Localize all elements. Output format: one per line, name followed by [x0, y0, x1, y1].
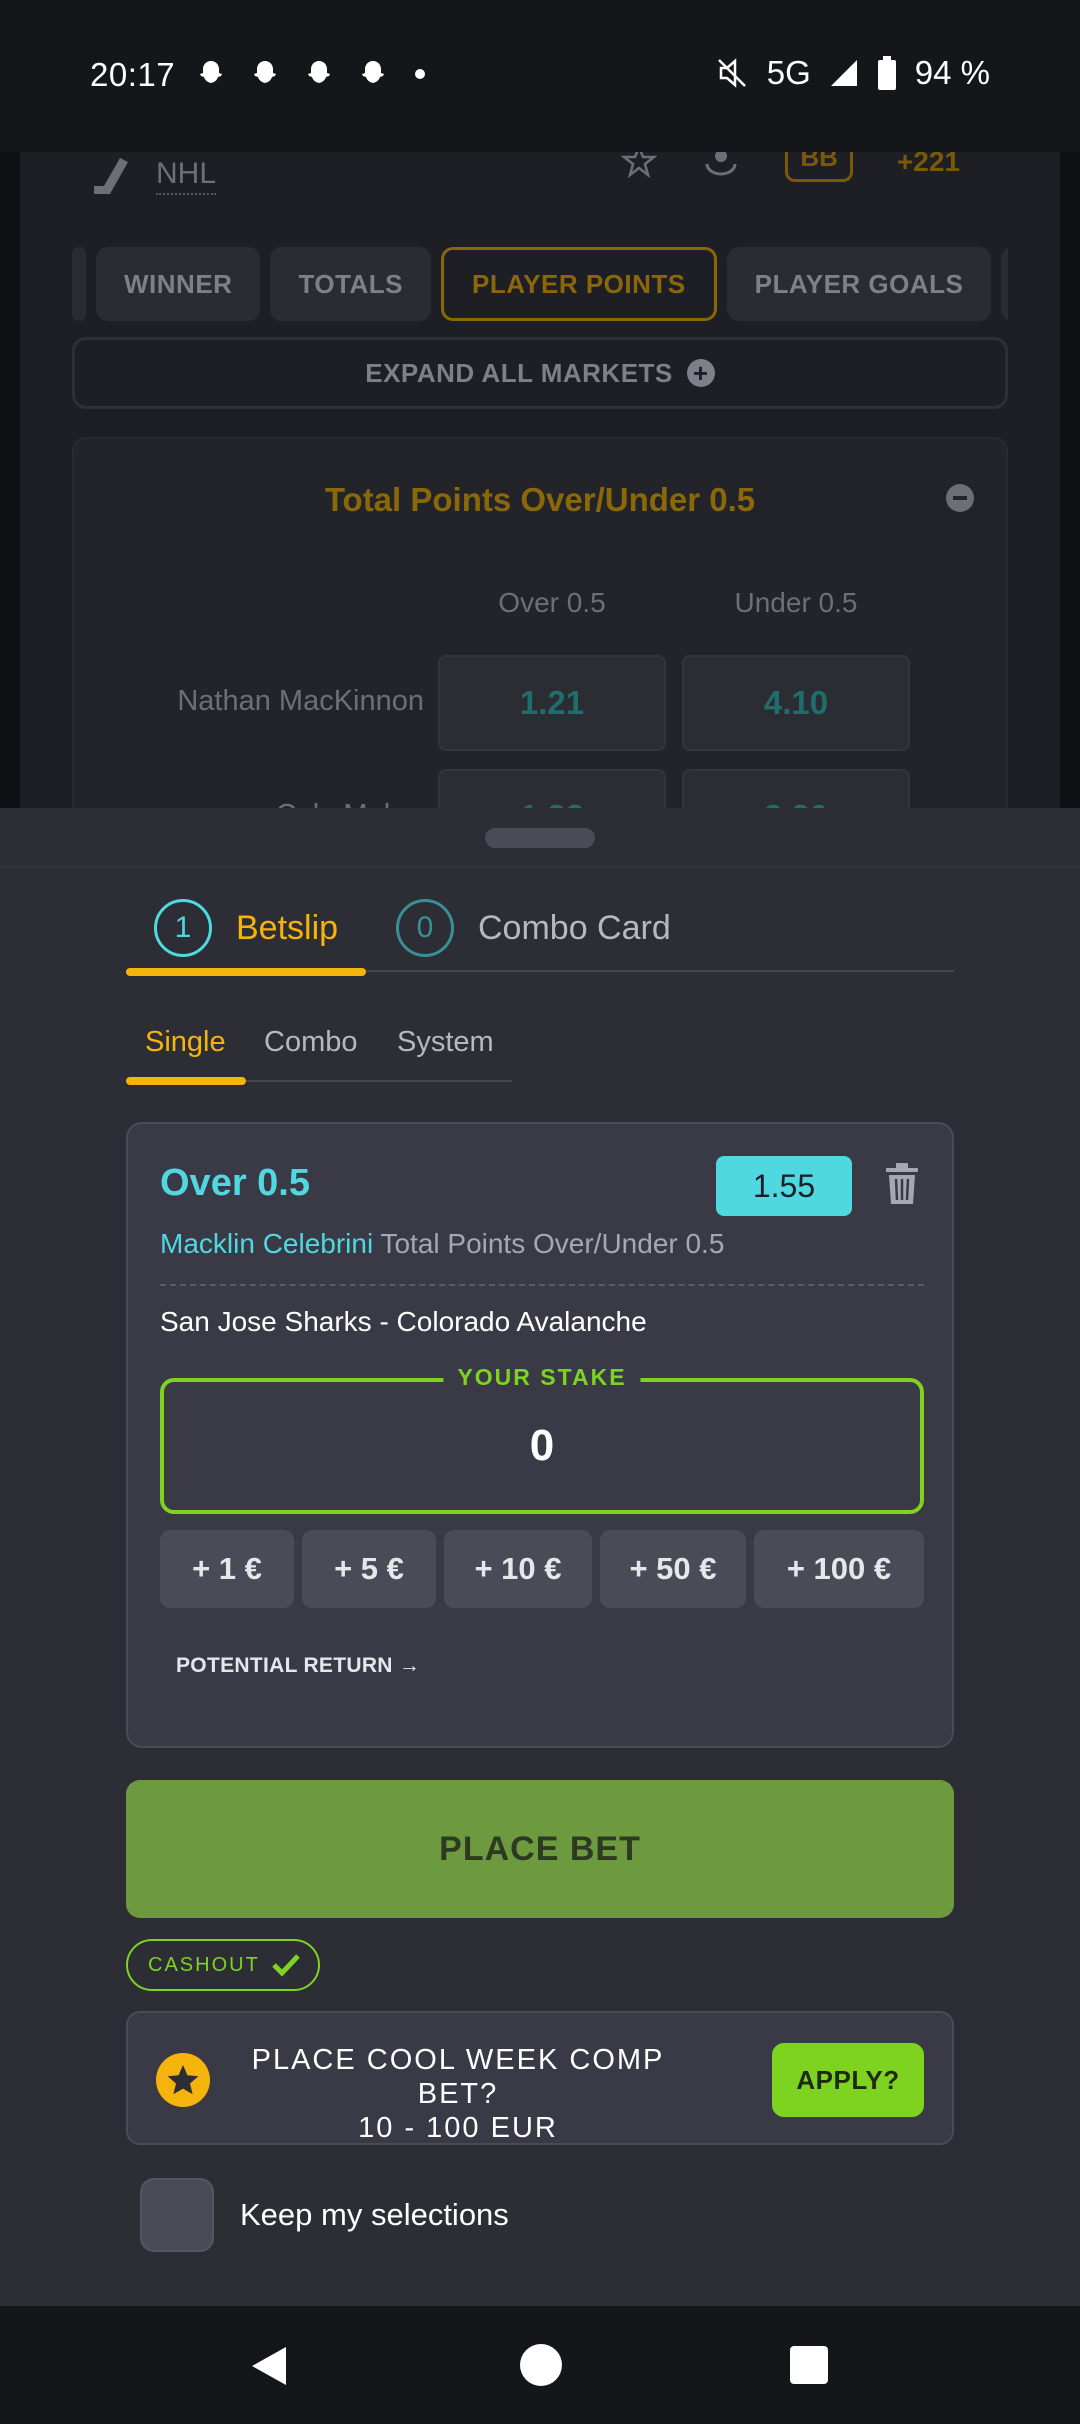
cashout-badge: CASHOUT [126, 1939, 320, 1991]
cashout-label: CASHOUT [148, 1953, 260, 1976]
navigation-bar [0, 2306, 1080, 2424]
betslip-sheet: 1 Betslip 0 Combo Card Single Combo Syst… [0, 808, 1080, 2306]
promo-line-1: PLACE COOL WEEK COMP BET? [251, 2044, 665, 2110]
selection-description: Macklin Celebrini Total Points Over/Unde… [160, 1228, 724, 1260]
divider [160, 1284, 924, 1286]
checkmark-icon [272, 1954, 300, 1977]
battery-level: 94 % [914, 54, 990, 91]
event-actions: BB +221 [621, 152, 960, 182]
place-bet-button[interactable]: PLACE BET [126, 1780, 954, 1918]
expand-label: EXPAND ALL MARKETS [365, 357, 673, 388]
signal-icon [830, 60, 857, 86]
promo-banner: PLACE COOL WEEK COMP BET? 10 - 100 EUR A… [126, 2011, 954, 2145]
quick-stake-button[interactable]: + 5 € [302, 1530, 436, 1608]
event-name: San Jose Sharks - Colorado Avalanche [160, 1306, 647, 1337]
stake-value: 0 [529, 1421, 555, 1470]
star-icon[interactable] [621, 152, 658, 180]
quick-stake-button[interactable]: + 1 € [160, 1530, 294, 1608]
selection-market: Total Points Over/Under 0.5 [380, 1228, 725, 1259]
tab-combo-card[interactable]: 0 Combo Card [396, 896, 671, 960]
back-icon[interactable] [248, 2344, 290, 2388]
trash-icon[interactable] [884, 1162, 920, 1206]
market-card: Total Points Over/Under 0.5 Over 0.5 Und… [72, 437, 1008, 808]
keep-selections-label: Keep my selections [240, 2197, 509, 2232]
odds-button-under[interactable]: 4.10 [682, 655, 910, 751]
promo-line-2: 10 - 100 EUR [358, 2112, 558, 2144]
league-row: NHL [90, 152, 217, 200]
mute-icon [717, 58, 746, 88]
home-icon[interactable] [520, 2344, 562, 2386]
market-tabs: WINNER TOTALS PLAYER POINTS PLAYER GOALS… [72, 247, 1008, 327]
collapse-icon[interactable] [946, 484, 974, 512]
hockey-stick-icon [94, 158, 128, 194]
selection-player: Macklin Celebrini [160, 1228, 374, 1259]
stats-icon[interactable] [701, 152, 741, 180]
column-header-over: Over 0.5 [498, 587, 606, 618]
tab-label: Combo Card [478, 908, 671, 947]
snapchat-icon [308, 61, 330, 83]
odds-button-under[interactable]: 3.20 [682, 769, 910, 808]
tab-more[interactable]: P [1001, 247, 1008, 321]
background-app: NHL BB +221 WINNER TOTALS PLAYER POINTS … [0, 152, 1080, 808]
column-header-under: Under 0.5 [734, 587, 858, 618]
plus-circle-icon: + [686, 359, 715, 387]
betslip-tabs: 1 Betslip 0 Combo Card [126, 896, 954, 976]
player-name: Nathan MacKinnon [177, 685, 424, 717]
snapchat-icon [254, 61, 276, 83]
stake-label: YOUR STAKE [443, 1364, 641, 1391]
market-title: Total Points Over/Under 0.5 [324, 481, 756, 518]
recents-icon[interactable] [790, 2346, 828, 2384]
snapchat-icon [362, 61, 384, 83]
tab-player-points[interactable]: PLAYER POINTS [441, 247, 717, 321]
quick-stake-button[interactable]: + 50 € [600, 1530, 746, 1608]
tab-totals[interactable]: TOTALS [270, 247, 432, 321]
league-name[interactable]: NHL [156, 157, 217, 195]
active-subtab-indicator [126, 1077, 246, 1085]
divider [0, 866, 1080, 868]
expand-all-markets-button[interactable]: EXPAND ALL MARKETS + [72, 337, 1008, 409]
drag-handle[interactable] [485, 828, 595, 848]
betslip-count: 1 [154, 899, 212, 957]
tab-winner[interactable]: WINNER [96, 247, 261, 321]
quick-stake-button[interactable]: + 10 € [444, 1530, 592, 1608]
tab-betslip[interactable]: 1 Betslip [154, 896, 338, 960]
screen: 20:17 5G 94 % NHL BB +221 WINNER TOTALS … [0, 0, 1080, 2424]
quick-stake-button[interactable]: + 100 € [754, 1530, 924, 1608]
player-name: Cale Makar [74, 799, 424, 808]
bet-builder-chip[interactable]: BB [785, 152, 853, 182]
tab-system[interactable]: System [397, 1026, 494, 1059]
notification-icons [195, 58, 425, 90]
apply-button[interactable]: APPLY? [772, 2043, 924, 2117]
tab-single[interactable]: Single [145, 1026, 226, 1059]
stake-input[interactable]: YOUR STAKE 0 [160, 1364, 924, 1514]
active-tab-indicator [126, 968, 366, 976]
star-icon [156, 2053, 210, 2107]
bet-type-tabs: Single Combo System [126, 1018, 512, 1085]
combo-card-count: 0 [396, 899, 454, 957]
status-right: 5G 94 % [715, 54, 990, 92]
tab-player-goals[interactable]: PLAYER GOALS [726, 247, 992, 321]
keep-selections-checkbox[interactable] [140, 2178, 214, 2252]
markets-count: +221 [896, 152, 960, 177]
status-bar: 20:17 5G 94 % [0, 0, 1080, 152]
odds-button-over[interactable]: 1.21 [438, 655, 666, 751]
selection-title: Over 0.5 [160, 1162, 310, 1204]
selection-odds: 1.55 [716, 1156, 852, 1216]
market-tab-hidden[interactable] [72, 247, 86, 321]
potential-return: POTENTIAL RETURN → [176, 1654, 421, 1677]
keep-selections-row[interactable]: Keep my selections [140, 2178, 509, 2252]
selection-card: Over 0.5 1.55 Macklin Celebrini Total Po… [126, 1122, 954, 1748]
snapchat-icon [200, 61, 222, 83]
more-notifications-dot [415, 69, 425, 79]
odds-button-over[interactable]: 1.32 [438, 769, 666, 808]
tab-label: Betslip [236, 908, 339, 947]
status-time: 20:17 [90, 56, 176, 93]
tab-combo[interactable]: Combo [264, 1026, 358, 1059]
promo-text: PLACE COOL WEEK COMP BET? 10 - 100 EUR [228, 2043, 688, 2145]
battery-icon [877, 56, 896, 90]
network-type: 5G [766, 54, 811, 91]
